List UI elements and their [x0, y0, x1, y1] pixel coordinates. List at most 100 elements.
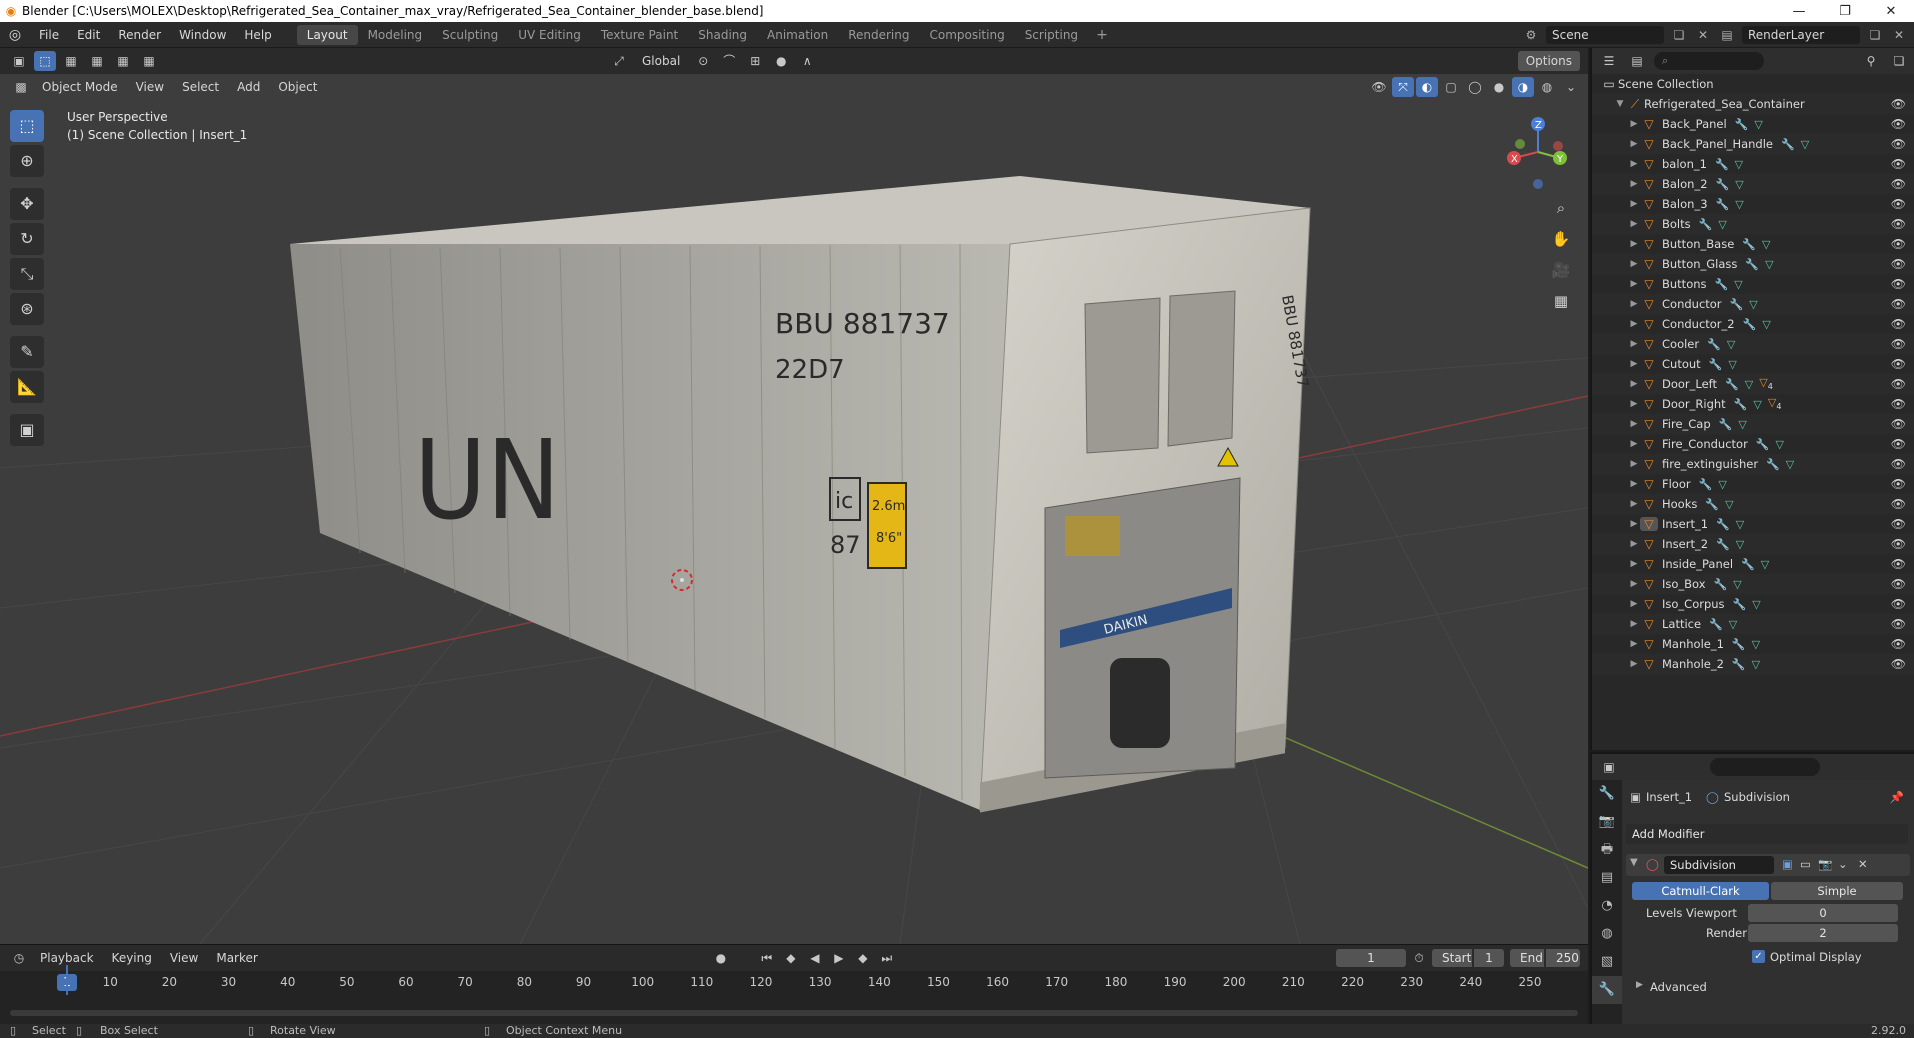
tab-animation[interactable]: Animation	[757, 25, 838, 45]
mesh-data-icon[interactable]: ▽	[1801, 138, 1809, 151]
simple-button[interactable]: Simple	[1771, 882, 1903, 900]
filter-icon[interactable]: ⚲	[1860, 51, 1882, 71]
visibility-eye-icon[interactable]: 👁	[1891, 417, 1906, 431]
new-scene-icon[interactable]: ❏	[1670, 26, 1688, 44]
outliner-object-row[interactable]: ▶ ▽ Back_Panel_Handle 🔧 ▽ 👁	[1592, 134, 1914, 154]
outliner-object-row[interactable]: ▶ ▽ Conductor 🔧 ▽ 👁	[1592, 294, 1914, 314]
modifier-wrench-icon[interactable]: 🔧	[1709, 358, 1723, 371]
pan-hand-icon[interactable]: ✋	[1548, 225, 1574, 253]
expand-chevron-icon[interactable]: ▶	[1628, 639, 1640, 649]
outliner-object-row[interactable]: ▶ ▽ Cutout 🔧 ▽ 👁	[1592, 354, 1914, 374]
select-new-icon[interactable]: ▦	[60, 51, 82, 71]
visibility-eye-icon[interactable]: 👁	[1891, 497, 1906, 511]
mesh-data-icon[interactable]: ▽	[1754, 118, 1762, 131]
mesh-data-icon[interactable]: ▽	[1786, 458, 1794, 471]
record-icon[interactable]: ●	[710, 948, 732, 968]
modifier-wrench-icon[interactable]: 🔧	[1699, 218, 1713, 231]
outliner-object-row[interactable]: ▶ ▽ Balon_3 🔧 ▽ 👁	[1592, 194, 1914, 214]
scene-icon[interactable]: ⚙	[1522, 26, 1540, 44]
modifier-wrench-icon[interactable]: 🔧	[1742, 238, 1756, 251]
expand-chevron-icon[interactable]: ▶	[1628, 479, 1640, 489]
tab-scripting[interactable]: Scripting	[1015, 25, 1088, 45]
material-icon[interactable]: ▽4	[1768, 396, 1782, 411]
mesh-data-icon[interactable]: ▽	[1718, 478, 1726, 491]
outliner-object-row[interactable]: ▶ ▽ Lattice 🔧 ▽ 👁	[1592, 614, 1914, 634]
tab-layout[interactable]: Layout	[296, 24, 358, 45]
outliner-object-row[interactable]: ▶ ▽ balon_1 🔧 ▽ 👁	[1592, 154, 1914, 174]
3d-viewport[interactable]: DAIKIN UN BBU 881737 22D7 ic 87 2.6m 8'6…	[0, 48, 1588, 944]
shading-solid-icon[interactable]: ●	[1488, 77, 1510, 97]
mesh-data-icon[interactable]: ▽	[1736, 518, 1744, 531]
transform-tool-icon[interactable]: ⊛	[10, 293, 44, 325]
expand-chevron-icon[interactable]: ▶	[1628, 179, 1640, 189]
viewport-scene[interactable]: DAIKIN UN BBU 881737 22D7 ic 87 2.6m 8'6…	[0, 48, 1588, 944]
visibility-eye-icon[interactable]: 👁	[1891, 137, 1906, 151]
modifier-wrench-icon[interactable]: 🔧	[1781, 138, 1795, 151]
render-levels-field[interactable]: 2	[1748, 924, 1898, 942]
visibility-eye-icon[interactable]: 👁	[1891, 317, 1906, 331]
modifier-wrench-icon[interactable]: 🔧	[1716, 538, 1730, 551]
expand-chevron-icon[interactable]: ▶	[1628, 199, 1640, 209]
expand-chevron-icon[interactable]: ▶	[1628, 579, 1640, 589]
mesh-data-icon[interactable]: ▽	[1736, 538, 1744, 551]
mesh-data-icon[interactable]: ▽	[1749, 298, 1757, 311]
object-tab-icon[interactable]: ▧	[1592, 948, 1622, 976]
outliner-object-row[interactable]: ▶ ▽ Balon_2 🔧 ▽ 👁	[1592, 174, 1914, 194]
mesh-data-icon[interactable]: ▽	[1735, 158, 1743, 171]
scene-field[interactable]: Scene	[1546, 26, 1664, 44]
visibility-eye-icon[interactable]: 👁	[1891, 197, 1906, 211]
mesh-data-icon[interactable]: ▽	[1752, 638, 1760, 651]
outliner-object-row[interactable]: ▶ ▽ Bolts 🔧 ▽ 👁	[1592, 214, 1914, 234]
close-window-button[interactable]: ✕	[1868, 0, 1914, 22]
tab-rendering[interactable]: Rendering	[838, 25, 919, 45]
collection-row[interactable]: ▼ ⟋ Refrigerated_Sea_Container 👁	[1592, 94, 1914, 114]
outliner-object-row[interactable]: ▶ ▽ Cooler 🔧 ▽ 👁	[1592, 334, 1914, 354]
expand-chevron-icon[interactable]: ▶	[1628, 419, 1640, 429]
ortho-grid-icon[interactable]: ▦	[1548, 287, 1574, 315]
outliner-object-row[interactable]: ▶ ▽ Inside_Panel 🔧 ▽ 👁	[1592, 554, 1914, 574]
outliner-object-row[interactable]: ▶ ▽ Button_Base 🔧 ▽ 👁	[1592, 234, 1914, 254]
mesh-data-icon[interactable]: ▽	[1761, 558, 1769, 571]
menu-marker[interactable]: Marker	[208, 948, 265, 968]
visibility-eye-icon[interactable]: 👁	[1891, 457, 1906, 471]
world-tab-icon[interactable]: ◍	[1592, 920, 1622, 948]
mesh-data-icon[interactable]: ▽	[1725, 498, 1733, 511]
visibility-eye-icon[interactable]: 👁	[1891, 237, 1906, 251]
menu-object[interactable]: Object	[270, 77, 325, 97]
expand-chevron-icon[interactable]: ▶	[1628, 499, 1640, 509]
blender-logo-icon[interactable]: ◎	[0, 27, 30, 43]
outliner-object-row[interactable]: ▶ ▽ Hooks 🔧 ▽ 👁	[1592, 494, 1914, 514]
mesh-data-icon[interactable]: ▽	[1752, 598, 1760, 611]
output-tab-icon[interactable]: 🖶	[1592, 836, 1622, 864]
visibility-eye-icon[interactable]: 👁	[1891, 177, 1906, 191]
visibility-eye-icon[interactable]: 👁	[1891, 437, 1906, 451]
outliner-object-row[interactable]: ▶ ▽ Conductor_2 🔧 ▽ 👁	[1592, 314, 1914, 334]
outliner-object-row[interactable]: ▶ ▽ Button_Glass 🔧 ▽ 👁	[1592, 254, 1914, 274]
jump-end-icon[interactable]: ⏭	[876, 948, 898, 968]
catmull-clark-button[interactable]: Catmull-Clark	[1632, 882, 1769, 900]
jump-keyframe-back-icon[interactable]: ◆	[780, 948, 802, 968]
modifier-name-field[interactable]: Subdivision	[1664, 856, 1774, 874]
outliner-search-input[interactable]: ⌕	[1654, 52, 1764, 70]
select-mode-icon[interactable]: ⬚	[34, 51, 56, 71]
menu-add[interactable]: Add	[229, 77, 268, 97]
end-frame-field[interactable]: 250	[1546, 949, 1580, 967]
modifier-wrench-icon[interactable]: 🔧	[1741, 558, 1755, 571]
mesh-data-icon[interactable]: ▽	[1728, 358, 1736, 371]
add-workspace-icon[interactable]: +	[1088, 27, 1116, 43]
outliner-object-row[interactable]: ▶ ▽ Floor 🔧 ▽ 👁	[1592, 474, 1914, 494]
select-subtract-icon[interactable]: ▦	[112, 51, 134, 71]
modifier-wrench-icon[interactable]: 🔧	[1735, 118, 1749, 131]
visibility-eye-icon[interactable]: 👁	[1891, 477, 1906, 491]
visibility-eye-icon[interactable]: 👁	[1891, 157, 1906, 171]
modifier-wrench-icon[interactable]: 🔧	[1716, 198, 1730, 211]
measure-tool-icon[interactable]: 📐	[10, 371, 44, 403]
modifier-wrench-icon[interactable]: 🔧	[1707, 338, 1721, 351]
expand-chevron-icon[interactable]: ▶	[1628, 559, 1640, 569]
select-intersect-icon[interactable]: ▦	[138, 51, 160, 71]
expand-chevron-icon[interactable]: ▼	[1614, 99, 1626, 109]
visibility-eye-icon[interactable]: 👁	[1891, 277, 1906, 291]
expand-chevron-icon[interactable]: ▶	[1628, 239, 1640, 249]
modifier-wrench-icon[interactable]: 🔧	[1709, 618, 1723, 631]
visibility-eye-icon[interactable]: 👁	[1891, 297, 1906, 311]
